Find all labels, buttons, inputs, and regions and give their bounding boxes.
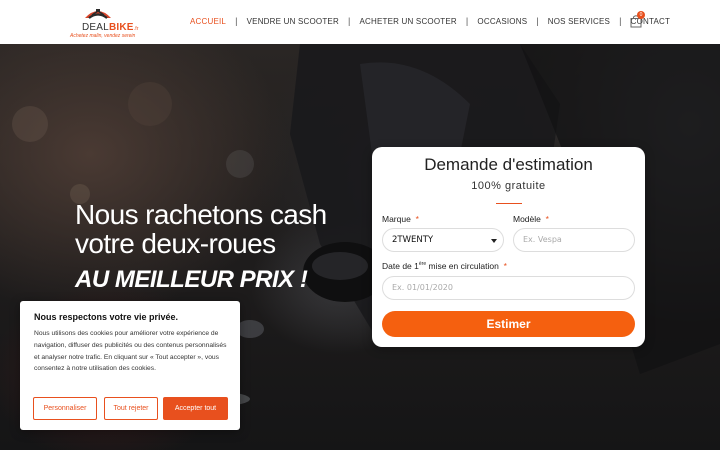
required-mark: * xyxy=(545,214,549,224)
estimate-form-card: Demande d'estimation 100% gratuite Marqu… xyxy=(372,147,645,347)
title-divider xyxy=(496,203,522,204)
required-mark: * xyxy=(415,214,419,224)
nav-separator: | xyxy=(536,16,539,26)
required-mark: * xyxy=(503,261,507,271)
brand-select[interactable]: 2TWENTY xyxy=(382,228,504,252)
cookie-reject-button[interactable]: Tout rejeter xyxy=(104,397,158,420)
registration-date-label: Date de 1ère mise en circulation * xyxy=(382,261,507,271)
hero-title-line-2: votre deux-roues xyxy=(75,228,276,259)
cookie-customize-button[interactable]: Personnaliser xyxy=(33,397,97,420)
model-label-text: Modèle xyxy=(513,214,541,224)
nav-separator: | xyxy=(619,16,622,26)
date-label-end: mise en circulation xyxy=(426,261,499,271)
registration-date-input[interactable]: Ex. 01/01/2020 xyxy=(382,276,635,300)
nav-item-vendre-un-scooter[interactable]: VENDRE UN SCOOTER xyxy=(247,17,339,26)
nav-separator: | xyxy=(235,16,238,26)
cart-count-badge: 0 xyxy=(637,11,645,19)
cookie-consent-banner: Nous respectons votre vie privée. Nous u… xyxy=(20,301,240,430)
nav-separator: | xyxy=(347,16,351,26)
site-logo[interactable]: DEALBIKE.fr Achetez malin, vendez serein xyxy=(70,6,144,40)
logo-wordmark: DEALBIKE.fr xyxy=(82,22,139,33)
brand-label-text: Marque xyxy=(382,214,411,224)
model-label: Modèle * xyxy=(513,214,549,224)
site-header: DEALBIKE.fr Achetez malin, vendez serein… xyxy=(0,0,720,44)
estimer-button[interactable]: Estimer xyxy=(382,311,635,337)
estimate-form-title: Demande d'estimation xyxy=(424,155,593,174)
caret-down-icon xyxy=(491,239,497,243)
main-nav: ACCUEIL | VENDRE UN SCOOTER | ACHETER UN… xyxy=(190,16,670,26)
motorbike-logo-icon xyxy=(85,9,111,19)
model-input[interactable]: Ex. Vespa xyxy=(513,228,635,252)
date-label-start: Date de 1 xyxy=(382,261,419,271)
hero-title-line-1: Nous rachetons cash xyxy=(75,199,327,230)
nav-item-occasions[interactable]: OCCASIONS xyxy=(477,17,527,26)
hero-title: Nous rachetons cash votre deux-roues xyxy=(75,200,327,258)
cookie-accept-button[interactable]: Accepter tout xyxy=(163,397,228,420)
nav-item-acheter-un-scooter[interactable]: ACHETER UN SCOOTER xyxy=(359,17,456,26)
nav-item-nos-services[interactable]: NOS SERVICES xyxy=(548,17,610,26)
logo-tagline: Achetez malin, vendez serein xyxy=(70,33,136,39)
nav-separator: | xyxy=(465,16,469,26)
cookie-banner-title: Nous respectons votre vie privée. xyxy=(34,312,179,322)
brand-label: Marque * xyxy=(382,214,419,224)
cookie-banner-text: Nous utilisons des cookies pour améliore… xyxy=(34,330,227,373)
nav-item-accueil[interactable]: ACCUEIL xyxy=(190,17,226,26)
hero-subtitle: AU MEILLEUR PRIX ! xyxy=(75,266,308,293)
estimate-form-subtitle: 100% gratuite xyxy=(471,180,546,192)
brand-select-value: 2TWENTY xyxy=(392,235,434,245)
